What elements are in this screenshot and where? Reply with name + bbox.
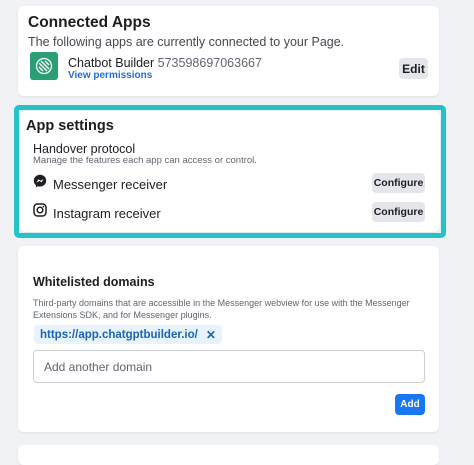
whitelisted-domains-card: Whitelisted domains Third-party domains …: [18, 246, 439, 432]
add-domain-input[interactable]: [33, 350, 425, 383]
chatbot-logo-icon: [35, 57, 53, 75]
app-name: Chatbot Builder: [68, 56, 155, 70]
app-id: 573598697063667: [157, 56, 262, 70]
whitelisted-domains-title: Whitelisted domains: [33, 275, 155, 289]
whitelisted-domains-description: Third-party domains that are accessible …: [33, 298, 410, 320]
app-name-line: Chatbot Builder 573598697063667: [68, 56, 262, 70]
edit-button[interactable]: Edit: [399, 58, 428, 79]
view-permissions-link[interactable]: View permissions: [68, 70, 152, 81]
remove-domain-icon[interactable]: ✕: [206, 328, 216, 342]
connected-apps-description: The following apps are currently connect…: [28, 35, 345, 49]
domain-chip-label: https://app.chatgptbuilder.io/: [40, 328, 198, 341]
domain-chip: https://app.chatgptbuilder.io/ ✕: [34, 325, 222, 344]
connected-apps-card: Connected Apps The following apps are cu…: [18, 6, 439, 96]
connected-apps-title: Connected Apps: [28, 14, 151, 31]
app-settings-highlight: [14, 105, 446, 238]
add-domain-button[interactable]: Add: [395, 394, 425, 415]
next-card: [18, 445, 439, 465]
chatbot-builder-logo: [30, 52, 58, 80]
